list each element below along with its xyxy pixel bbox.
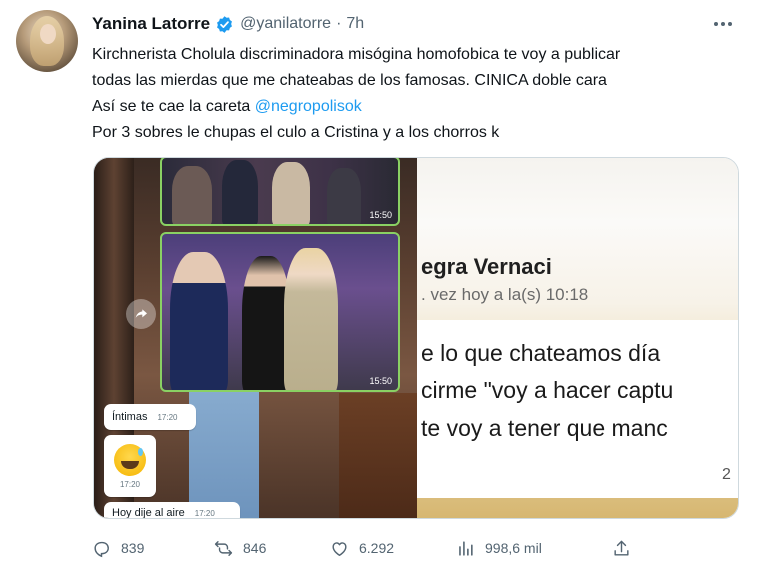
action-bar: 839 846 6.292 998,6 mil — [92, 536, 652, 560]
media-image-right[interactable]: egra Vernaci . vez hoy a la(s) 10:18 e l… — [417, 158, 738, 518]
chat-photo-main: 15:50 — [160, 232, 400, 392]
views-icon — [459, 540, 473, 556]
tweet-line-3-text: Así se te cae la careta — [92, 98, 255, 115]
chat-last-seen: . vez hoy a la(s) 10:18 — [421, 285, 589, 304]
retweet-icon — [214, 540, 233, 556]
tweet-media[interactable]: 15:50 15:50 Íntimas 17:20 17:20 Hoy dije… — [93, 157, 739, 519]
quote-line: cirme "voy a hacer captu — [421, 377, 674, 403]
chat-photo-top-timestamp: 15:50 — [369, 210, 392, 220]
author-name[interactable]: Yanina Latorre — [92, 14, 210, 34]
quote-line: e lo que chateamos día — [421, 340, 661, 366]
avatar[interactable] — [16, 10, 78, 72]
author-handle[interactable]: @yanilatorre — [240, 15, 331, 33]
separator-dot: · — [336, 15, 342, 32]
more-icon[interactable] — [708, 12, 738, 36]
avatar-face — [40, 24, 56, 44]
chat-bubble-text: Hoy dije al aire — [112, 507, 185, 519]
wooden-door — [339, 393, 417, 518]
tweet-line-1: Kirchnerista Cholula discriminadora misó… — [92, 46, 621, 63]
chat-bubble-time: 17:20 — [194, 508, 215, 518]
chat-bubble: Íntimas 17:20 — [104, 404, 196, 430]
sweat-smile-emoji-icon — [114, 443, 146, 476]
reply-icon — [94, 541, 109, 557]
chat-photo-top: 15:50 — [160, 158, 400, 226]
chat-photo-main-timestamp: 15:50 — [369, 376, 392, 386]
tweet-line-3: Así se te cae la careta @negropolisok — [92, 94, 742, 120]
chat-bubble-time: 17:20 — [157, 412, 178, 422]
reply-count: 839 — [121, 540, 145, 556]
share-button[interactable] — [612, 536, 631, 560]
tweet: Yanina Latorre @yanilatorre · 7h Kirchne… — [0, 0, 767, 567]
reply-button[interactable]: 839 — [92, 536, 144, 560]
tweet-text: Kirchnerista Cholula discriminadora misó… — [92, 42, 742, 146]
views-count: 998,6 mil — [485, 540, 542, 556]
views-button[interactable]: 998,6 mil — [456, 536, 542, 560]
tweet-time[interactable]: 7h — [346, 15, 364, 33]
tweet-line-2: todas las mierdas que me chateabas de lo… — [92, 72, 607, 89]
share-overlay-icon[interactable] — [126, 299, 156, 329]
mention-link[interactable]: @negropolisok — [255, 98, 362, 115]
like-icon — [332, 541, 347, 556]
chat-bubble-text: Íntimas — [112, 411, 148, 423]
media-image-left[interactable]: 15:50 15:50 Íntimas 17:20 17:20 Hoy dije… — [94, 158, 417, 519]
like-button[interactable]: 6.292 — [330, 536, 394, 560]
share-icon — [614, 540, 629, 556]
tweet-line-4: Por 3 sobres le chupas el culo a Cristin… — [92, 124, 500, 141]
quote-number: 2 — [722, 466, 731, 483]
verified-badge-icon — [215, 15, 234, 34]
retweet-count: 846 — [243, 540, 267, 556]
like-count: 6.292 — [359, 540, 395, 556]
tweet-header: Yanina Latorre @yanilatorre · 7h — [92, 12, 364, 36]
chat-contact-name: egra Vernaci — [421, 254, 552, 279]
quote-line: te voy a tener que manc — [421, 415, 668, 441]
retweet-button[interactable]: 846 — [214, 536, 266, 560]
chat-bubble-emoji: 17:20 — [104, 435, 156, 497]
chat-bubble-time: 17:20 — [119, 479, 141, 489]
chat-bubble: Hoy dije al aire 17:20 — [104, 502, 240, 519]
